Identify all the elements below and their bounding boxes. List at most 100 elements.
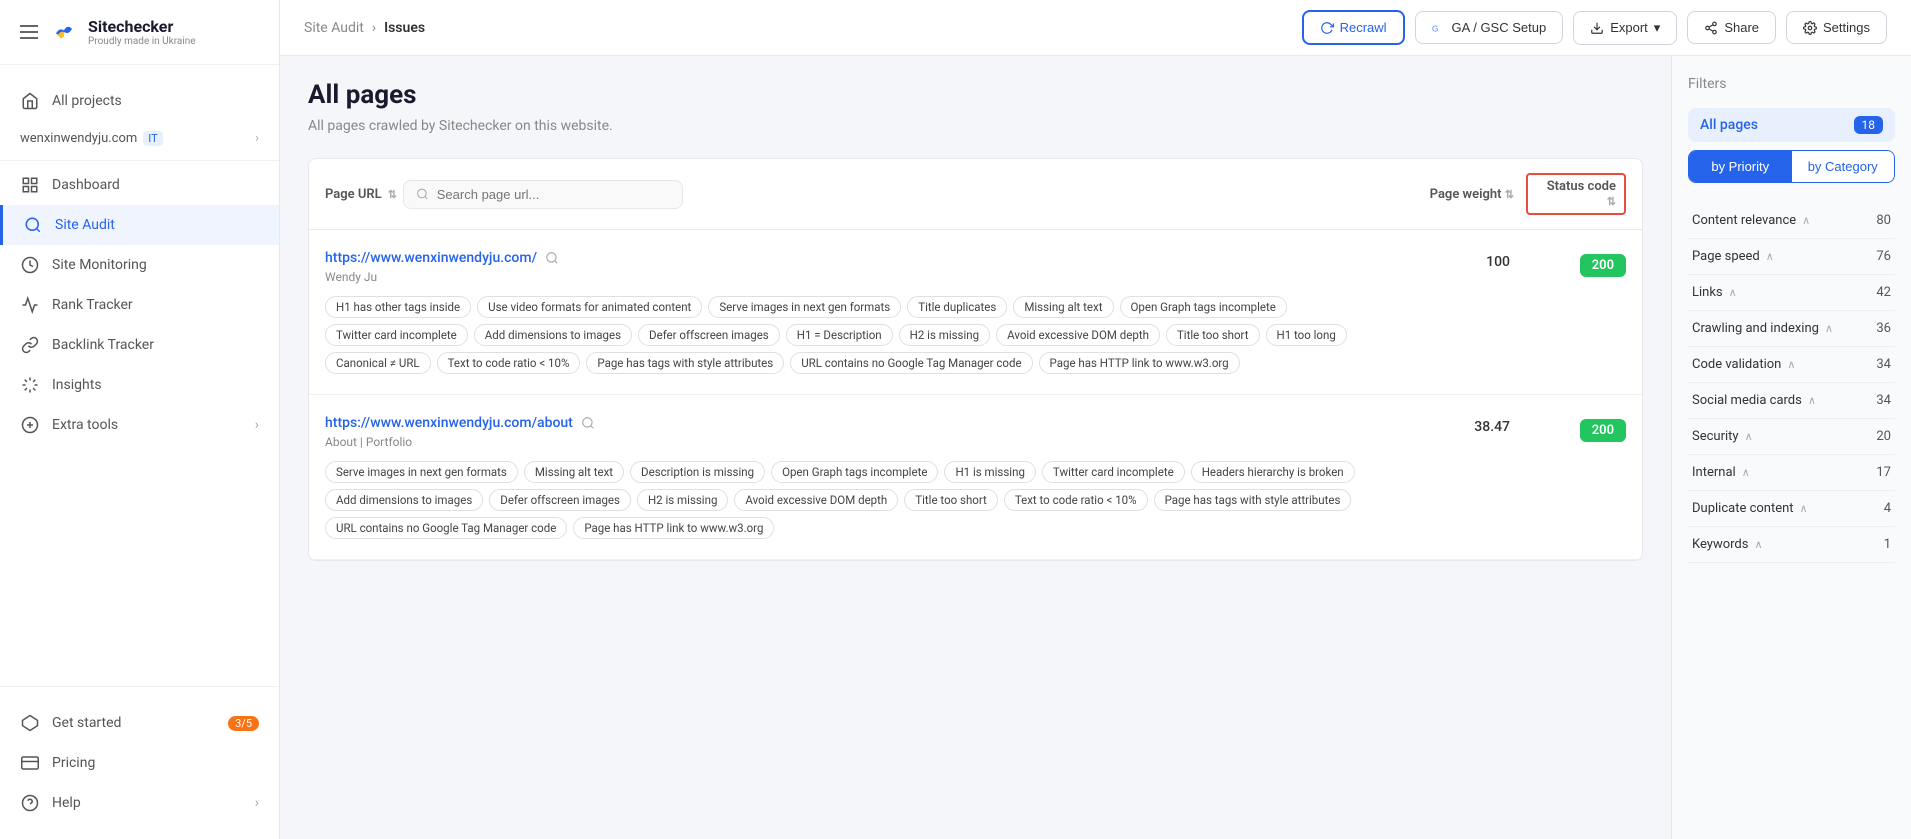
logo-text: Sitechecker Proudly made in Ukraine bbox=[88, 17, 196, 47]
sidebar-item-dashboard[interactable]: Dashboard bbox=[0, 165, 279, 205]
sidebar-item-extra-tools[interactable]: Extra tools › bbox=[0, 405, 279, 445]
category-item[interactable]: Code validation ∧ 34 bbox=[1688, 347, 1895, 383]
caret-icon: ∧ bbox=[1800, 502, 1808, 515]
filter-by-category-button[interactable]: by Category bbox=[1792, 151, 1895, 182]
tag[interactable]: Page has HTTP link to www.w3.org bbox=[1039, 352, 1240, 374]
tag[interactable]: H1 too long bbox=[1266, 324, 1347, 346]
search-url-icon[interactable] bbox=[545, 251, 559, 265]
export-icon bbox=[1590, 21, 1604, 35]
category-item[interactable]: Security ∧ 20 bbox=[1688, 419, 1895, 455]
settings-button[interactable]: Settings bbox=[1786, 11, 1887, 44]
tag[interactable]: H1 has other tags inside bbox=[325, 296, 471, 318]
all-pages-label: All pages bbox=[1700, 117, 1758, 133]
ga-gsc-button[interactable]: G GA / GSC Setup bbox=[1415, 11, 1564, 44]
settings-icon bbox=[1803, 21, 1817, 35]
category-item[interactable]: Links ∧ 42 bbox=[1688, 275, 1895, 311]
sidebar-item-pricing[interactable]: Pricing bbox=[0, 743, 279, 783]
category-item[interactable]: Page speed ∧ 76 bbox=[1688, 239, 1895, 275]
tag[interactable]: H1 = Description bbox=[786, 324, 893, 346]
tag[interactable]: Defer offscreen images bbox=[489, 489, 631, 511]
tag[interactable]: Page has tags with style attributes bbox=[586, 352, 784, 374]
logo: Sitechecker Proudly made in Ukraine bbox=[48, 16, 196, 48]
logo-icon bbox=[48, 16, 80, 48]
category-count: 80 bbox=[1876, 213, 1891, 228]
tag[interactable]: Serve images in next gen formats bbox=[325, 461, 518, 483]
tag[interactable]: H2 is missing bbox=[899, 324, 990, 346]
hamburger-menu[interactable] bbox=[20, 25, 38, 39]
tag[interactable]: Add dimensions to images bbox=[325, 489, 483, 511]
category-label: Code validation ∧ bbox=[1692, 357, 1795, 372]
tag[interactable]: Page has HTTP link to www.w3.org bbox=[573, 517, 774, 539]
category-item[interactable]: Duplicate content ∧ 4 bbox=[1688, 491, 1895, 527]
sidebar-item-rank-tracker[interactable]: Rank Tracker bbox=[0, 285, 279, 325]
tag[interactable]: Twitter card incomplete bbox=[1042, 461, 1185, 483]
page-weight: 38.47 bbox=[1410, 415, 1510, 435]
category-item[interactable]: Keywords ∧ 1 bbox=[1688, 527, 1895, 563]
recrawl-icon bbox=[1320, 21, 1334, 35]
tag[interactable]: Canonical ≠ URL bbox=[325, 352, 431, 374]
page-url: https://www.wenxinwendyju.com/about bbox=[325, 415, 1394, 431]
tag[interactable]: Missing alt text bbox=[1013, 296, 1113, 318]
tag[interactable]: Description is missing bbox=[630, 461, 765, 483]
tag[interactable]: Headers hierarchy is broken bbox=[1191, 461, 1355, 483]
sidebar-item-site-audit[interactable]: Site Audit bbox=[0, 205, 279, 245]
category-item[interactable]: Social media cards ∧ 34 bbox=[1688, 383, 1895, 419]
category-count: 42 bbox=[1876, 285, 1891, 300]
tag[interactable]: Title too short bbox=[1166, 324, 1260, 346]
nav-label: Get started bbox=[52, 715, 121, 731]
sidebar-item-backlink-tracker[interactable]: Backlink Tracker bbox=[0, 325, 279, 365]
url-link[interactable]: https://www.wenxinwendyju.com/ bbox=[325, 250, 537, 266]
tag[interactable]: Avoid excessive DOM depth bbox=[734, 489, 898, 511]
tag[interactable]: Missing alt text bbox=[524, 461, 624, 483]
tag[interactable]: Serve images in next gen formats bbox=[708, 296, 901, 318]
sidebar-project-item[interactable]: wenxinwendyju.com IT › bbox=[0, 121, 279, 156]
export-button[interactable]: Export ▾ bbox=[1573, 11, 1677, 45]
tag[interactable]: Twitter card incomplete bbox=[325, 324, 468, 346]
share-button[interactable]: Share bbox=[1687, 11, 1776, 44]
sidebar-item-help[interactable]: Help › bbox=[0, 783, 279, 823]
topbar: Site Audit › Issues Recrawl G GA / GSC S… bbox=[280, 0, 1911, 56]
nav-label: Dashboard bbox=[52, 177, 120, 193]
caret-icon: ∧ bbox=[1742, 466, 1750, 479]
tag-icon bbox=[20, 753, 40, 773]
tag[interactable]: Title duplicates bbox=[907, 296, 1007, 318]
tag[interactable]: Avoid excessive DOM depth bbox=[996, 324, 1160, 346]
recrawl-button[interactable]: Recrawl bbox=[1302, 10, 1405, 45]
tag[interactable]: Text to code ratio < 10% bbox=[1004, 489, 1148, 511]
nav-label: Site Audit bbox=[55, 217, 115, 233]
url-link[interactable]: https://www.wenxinwendyju.com/about bbox=[325, 415, 573, 431]
tag[interactable]: Defer offscreen images bbox=[638, 324, 780, 346]
tag[interactable]: H2 is missing bbox=[637, 489, 728, 511]
table-row: https://www.wenxinwendyju.com/ Wendy Ju … bbox=[309, 230, 1642, 395]
url-search-input[interactable] bbox=[437, 187, 670, 202]
tag[interactable]: Page has tags with style attributes bbox=[1154, 489, 1352, 511]
tag[interactable]: Open Graph tags incomplete bbox=[771, 461, 938, 483]
sidebar: Sitechecker Proudly made in Ukraine All … bbox=[0, 0, 280, 839]
category-item[interactable]: Content relevance ∧ 80 bbox=[1688, 203, 1895, 239]
sidebar-nav: All projects wenxinwendyju.com IT › Dash… bbox=[0, 65, 279, 686]
tag[interactable]: Add dimensions to images bbox=[474, 324, 632, 346]
sidebar-item-site-monitoring[interactable]: Site Monitoring bbox=[0, 245, 279, 285]
tag[interactable]: Title too short bbox=[904, 489, 998, 511]
tag[interactable]: Open Graph tags incomplete bbox=[1120, 296, 1287, 318]
category-item[interactable]: Crawling and indexing ∧ 36 bbox=[1688, 311, 1895, 347]
tag[interactable]: Use video formats for animated content bbox=[477, 296, 702, 318]
tag[interactable]: URL contains no Google Tag Manager code bbox=[325, 517, 567, 539]
sidebar-item-insights[interactable]: Insights bbox=[0, 365, 279, 405]
all-pages-filter[interactable]: All pages 18 bbox=[1688, 108, 1895, 142]
nav-label: Rank Tracker bbox=[52, 297, 133, 313]
search-url-icon[interactable] bbox=[581, 416, 595, 430]
tag[interactable]: URL contains no Google Tag Manager code bbox=[790, 352, 1032, 374]
sidebar-item-all-projects[interactable]: All projects bbox=[0, 81, 279, 121]
filter-by-priority-button[interactable]: by Priority bbox=[1689, 151, 1792, 182]
nav-label: Site Monitoring bbox=[52, 257, 147, 273]
sidebar-item-get-started[interactable]: Get started 3/5 bbox=[0, 703, 279, 743]
tag[interactable]: H1 is missing bbox=[944, 461, 1035, 483]
tag[interactable]: Text to code ratio < 10% bbox=[437, 352, 581, 374]
category-item[interactable]: Internal ∧ 17 bbox=[1688, 455, 1895, 491]
sort-icon[interactable]: ⇅ bbox=[388, 188, 397, 201]
nav-label: Help bbox=[52, 795, 81, 811]
col-weight-header: Page weight ⇅ bbox=[1414, 187, 1514, 202]
col-url-header: Page URL ⇅ bbox=[325, 180, 1402, 209]
audit-icon bbox=[23, 215, 43, 235]
